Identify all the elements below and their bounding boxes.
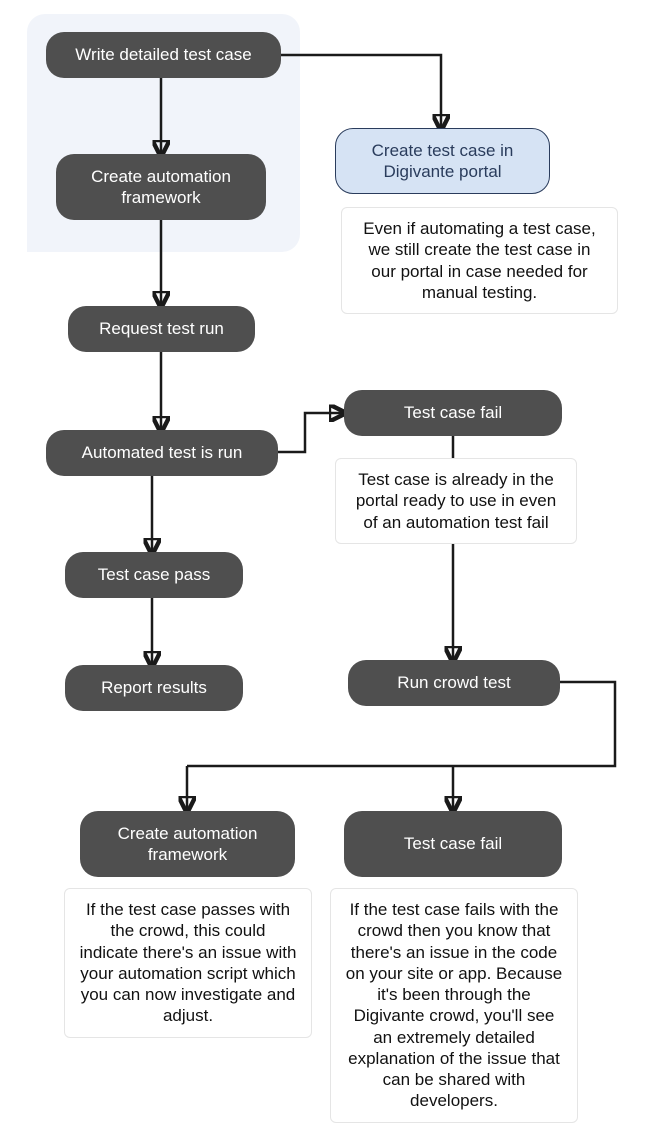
node-label: Create automation framework bbox=[72, 166, 250, 209]
node-create-portal: Create test case in Digivante portal bbox=[335, 128, 550, 194]
node-label: Request test run bbox=[99, 318, 224, 339]
node-label: Run crowd test bbox=[397, 672, 510, 693]
node-pass: Test case pass bbox=[65, 552, 243, 598]
node-label: Test case pass bbox=[98, 564, 210, 585]
node-create-framework-bottom: Create automation framework bbox=[80, 811, 295, 877]
note-portal: Even if automating a test case, we still… bbox=[341, 207, 618, 314]
node-label: Automated test is run bbox=[82, 442, 243, 463]
node-label: Create automation framework bbox=[96, 823, 279, 866]
node-fail-top: Test case fail bbox=[344, 390, 562, 436]
node-write-test-case: Write detailed test case bbox=[46, 32, 281, 78]
node-report: Report results bbox=[65, 665, 243, 711]
node-request-run: Request test run bbox=[68, 306, 255, 352]
flow-diagram: Write detailed test case Create automati… bbox=[0, 0, 647, 1093]
note-fail: Test case is already in the portal ready… bbox=[335, 458, 577, 544]
node-create-framework-top: Create automation framework bbox=[56, 154, 266, 220]
note-pass-crowd: If the test case passes with the crowd, … bbox=[64, 888, 312, 1038]
node-label: Test case fail bbox=[404, 402, 502, 423]
note-text: If the test case passes with the crowd, … bbox=[80, 900, 297, 1025]
node-label: Create test case in Digivante portal bbox=[352, 140, 533, 183]
note-text: Even if automating a test case, we still… bbox=[363, 219, 595, 302]
node-label: Test case fail bbox=[404, 833, 502, 854]
node-label: Write detailed test case bbox=[75, 44, 251, 65]
note-fail-crowd: If the test case fails with the crowd th… bbox=[330, 888, 578, 1123]
node-fail-bottom: Test case fail bbox=[344, 811, 562, 877]
note-text: If the test case fails with the crowd th… bbox=[346, 900, 562, 1110]
node-crowd-test: Run crowd test bbox=[348, 660, 560, 706]
note-text: Test case is already in the portal ready… bbox=[356, 470, 556, 532]
node-automated-run: Automated test is run bbox=[46, 430, 278, 476]
node-label: Report results bbox=[101, 677, 207, 698]
